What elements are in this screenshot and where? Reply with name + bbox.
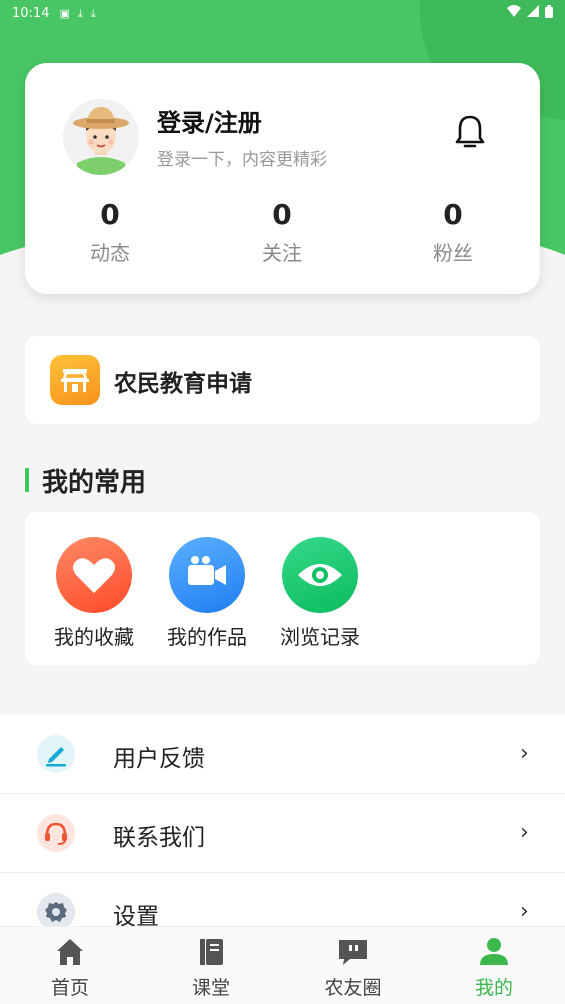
menu-label: 联系我们 [113,825,205,851]
school-icon [50,355,100,405]
stat-value: 0 [443,198,463,231]
menu-item-contact[interactable]: 联系我们 › [0,794,565,873]
login-subtitle: 登录一下，内容更精彩 [157,150,327,170]
profile-card: 登录/注册 登录一下，内容更精彩 0 动态 0 关注 0 粉丝 [25,63,540,294]
app-icon: ▣ [59,6,70,20]
download-icon: ⤓ [77,6,83,20]
bottom-navigation: 首页 课堂 农友圈 我的 [0,926,565,1004]
battery-icon [545,4,553,22]
browse-history-label: 浏览记录 [280,625,360,649]
education-application-label: 农民教育申请 [114,371,252,397]
nav-tab-home[interactable]: 首页 [20,935,120,1000]
home-icon [53,935,87,969]
stat-value: 0 [100,198,120,231]
section-title-common: 我的常用 [25,462,146,498]
profile-stats: 0 动态 0 关注 0 粉丝 [25,197,540,277]
status-time: 10:14 [12,5,50,21]
stat-following[interactable]: 0 关注 [227,197,337,266]
download-icon: ⤓ [90,6,96,20]
chat-quote-icon [336,935,370,969]
login-register-link[interactable]: 登录/注册 [157,103,262,138]
common-tools-card: 我的收藏 我的作品 浏览记录 [25,512,540,665]
my-works-button[interactable]: 我的作品 [152,537,262,650]
eye-icon [282,537,358,613]
edit-icon [37,735,75,773]
menu-label: 用户反馈 [113,746,205,772]
menu-item-feedback[interactable]: 用户反馈 › [0,715,565,794]
video-camera-icon [169,537,245,613]
stat-label: 关注 [262,241,302,265]
section-title-text: 我的常用 [42,467,147,498]
chevron-right-icon: › [520,820,529,845]
wifi-icon [507,5,521,21]
education-application-card[interactable]: 农民教育申请 [25,336,540,424]
stat-label: 动态 [90,241,130,265]
status-bar: 10:14 ▣ ⤓ ⤓ [0,0,565,26]
settings-menu-list: 用户反馈 › 联系我们 › 设置 › [0,715,565,952]
nav-label: 我的 [474,977,513,999]
section-accent-bar [25,468,29,492]
user-icon [477,935,511,969]
heart-icon [56,537,132,613]
my-favorites-button[interactable]: 我的收藏 [39,537,149,650]
my-works-label: 我的作品 [167,625,247,649]
nav-tab-classroom[interactable]: 课堂 [161,935,261,1000]
book-icon [194,935,228,969]
browse-history-button[interactable]: 浏览记录 [265,537,375,650]
my-favorites-label: 我的收藏 [54,625,134,649]
signal-icon [527,5,539,21]
avatar[interactable] [63,99,139,175]
chevron-right-icon: › [520,741,529,766]
stat-posts[interactable]: 0 动态 [55,197,165,266]
nav-tab-mine[interactable]: 我的 [444,935,544,1000]
bell-icon[interactable] [453,113,487,151]
nav-label: 农友圈 [324,977,382,999]
stat-fans[interactable]: 0 粉丝 [398,197,508,266]
nav-label: 首页 [50,977,89,999]
headset-icon [37,814,75,852]
stat-value: 0 [272,198,292,231]
nav-tab-community[interactable]: 农友圈 [303,935,403,1000]
stat-label: 粉丝 [433,241,473,265]
chevron-right-icon: › [520,899,529,924]
nav-label: 课堂 [191,977,230,999]
